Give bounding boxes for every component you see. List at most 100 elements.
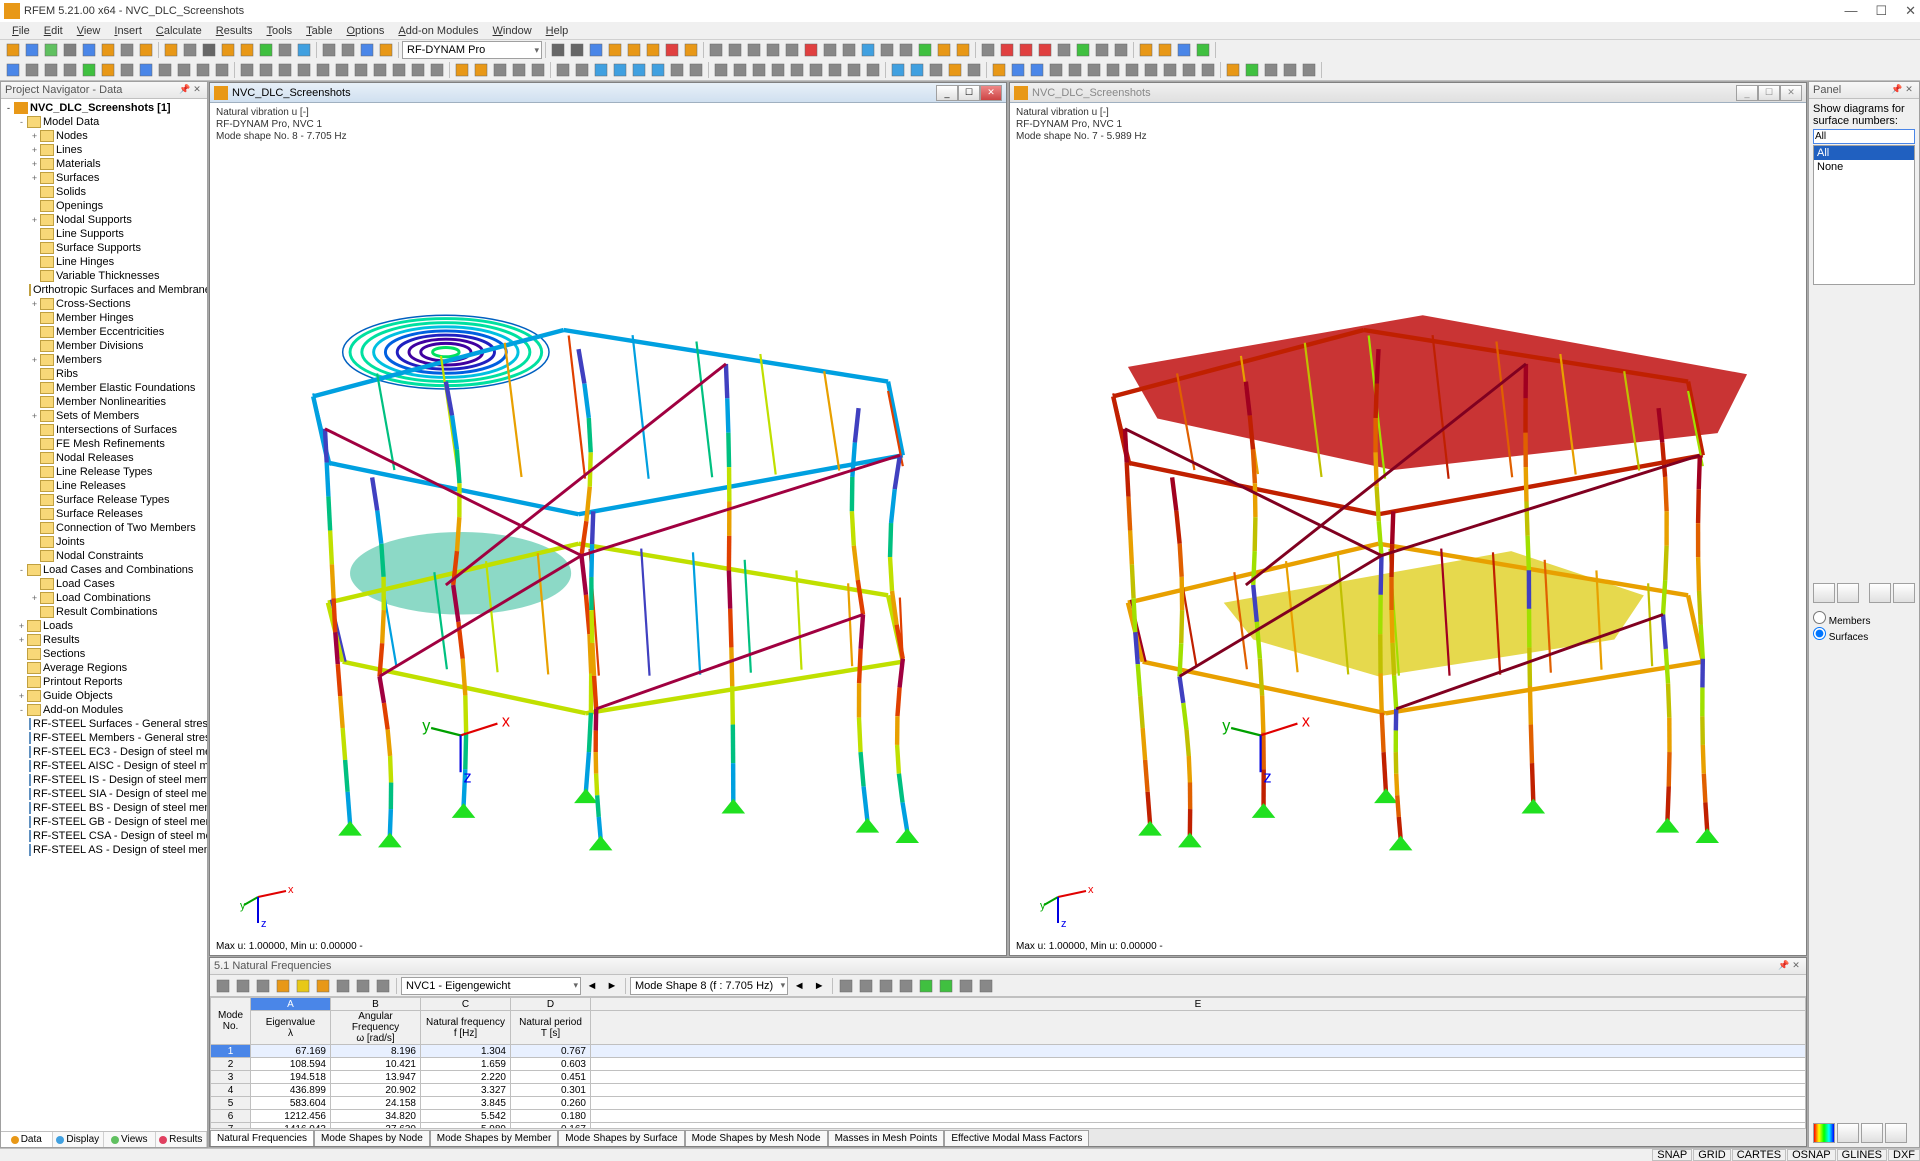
toolbar-button[interactable]: [333, 61, 351, 79]
tree-item-surface-release-types[interactable]: Surface Release Types: [3, 493, 205, 507]
toolbar-button[interactable]: [257, 61, 275, 79]
menu-add-on-modules[interactable]: Add-on Modules: [392, 25, 484, 37]
toolbar-button[interactable]: [254, 977, 272, 995]
menu-options[interactable]: Options: [340, 25, 390, 37]
tree-item-loads[interactable]: +Loads: [3, 619, 205, 633]
nav-tab-results[interactable]: Results: [156, 1132, 208, 1147]
toolbar-button[interactable]: [200, 41, 218, 59]
tree-item-member-nonlinearities[interactable]: Member Nonlinearities: [3, 395, 205, 409]
tree-item-cross-sections[interactable]: +Cross-Sections: [3, 297, 205, 311]
menu-results[interactable]: Results: [210, 25, 259, 37]
toolbar-button[interactable]: [1055, 41, 1073, 59]
toolbar-button[interactable]: [1224, 61, 1242, 79]
tree-item-line-supports[interactable]: Line Supports: [3, 227, 205, 241]
toolbar-button[interactable]: [568, 41, 586, 59]
toolbar-button[interactable]: [194, 61, 212, 79]
tree-item-guide-objects[interactable]: +Guide Objects: [3, 689, 205, 703]
tree-item-nodal-releases[interactable]: Nodal Releases: [3, 451, 205, 465]
toolbar-button[interactable]: [358, 41, 376, 59]
tree-item-surfaces[interactable]: +Surfaces: [3, 171, 205, 185]
tree-item-add-on-modules[interactable]: -Add-on Modules: [3, 703, 205, 717]
tree-item-member-divisions[interactable]: Member Divisions: [3, 339, 205, 353]
toolbar-button[interactable]: [156, 61, 174, 79]
toolbar-button[interactable]: [118, 61, 136, 79]
menu-window[interactable]: Window: [487, 25, 538, 37]
toolbar-button[interactable]: [549, 41, 567, 59]
toolbar-button[interactable]: [1180, 61, 1198, 79]
toolbar-button[interactable]: [821, 41, 839, 59]
toolbar-button[interactable]: [1017, 41, 1035, 59]
toolbar-button[interactable]: [23, 61, 41, 79]
toolbar-button[interactable]: [80, 61, 98, 79]
table-tab-2[interactable]: Mode Shapes by Member: [430, 1130, 559, 1146]
menu-tools[interactable]: Tools: [260, 25, 298, 37]
toolbar-button[interactable]: [162, 41, 180, 59]
toolbar-button[interactable]: [1156, 41, 1174, 59]
radio-surfaces[interactable]: Surfaces: [1813, 627, 1915, 643]
tree-item-member-eccentricities[interactable]: Member Eccentricities: [3, 325, 205, 339]
tree-item-lines[interactable]: +Lines: [3, 143, 205, 157]
toolbar-button[interactable]: [314, 61, 332, 79]
toolbar-button[interactable]: [644, 41, 662, 59]
toolbar-button[interactable]: [1074, 41, 1092, 59]
tree-item-load-cases-and-combinations[interactable]: -Load Cases and Combinations: [3, 563, 205, 577]
toolbar-button[interactable]: [352, 61, 370, 79]
panel-color-btn[interactable]: [1813, 1123, 1835, 1143]
view-max-button[interactable]: ☐: [958, 85, 980, 101]
menu-help[interactable]: Help: [540, 25, 575, 37]
toolbar-button[interactable]: [276, 41, 294, 59]
surface-numbers-list[interactable]: AllNone: [1813, 145, 1915, 285]
addon-module-combo[interactable]: RF-DYNAM Pro: [402, 41, 542, 59]
toolbar-button[interactable]: [238, 61, 256, 79]
table-row[interactable]: 5583.60424.1583.8450.260: [211, 1097, 1806, 1110]
nav-arrow[interactable]: ◄: [790, 977, 808, 995]
toolbar-button[interactable]: [238, 41, 256, 59]
toolbar-button[interactable]: [625, 41, 643, 59]
toolbar-button[interactable]: [731, 61, 749, 79]
toolbar-button[interactable]: [663, 41, 681, 59]
toolbar-button[interactable]: [807, 61, 825, 79]
tree-item-member-elastic-foundations[interactable]: Member Elastic Foundations: [3, 381, 205, 395]
toolbar-button[interactable]: [320, 41, 338, 59]
tree-item-rf-steel-surfaces-general-stre[interactable]: RF-STEEL Surfaces - General stress: [3, 717, 205, 731]
toolbar-button[interactable]: [935, 41, 953, 59]
toolbar-button[interactable]: [837, 977, 855, 995]
toolbar-button[interactable]: [682, 41, 700, 59]
tree-item-line-releases[interactable]: Line Releases: [3, 479, 205, 493]
table-tab-4[interactable]: Mode Shapes by Mesh Node: [685, 1130, 828, 1146]
toolbar-button[interactable]: [257, 41, 275, 59]
surface-numbers-input[interactable]: [1813, 129, 1915, 144]
view-canvas[interactable]: Natural vibration u [-]RF-DYNAM Pro, NVC…: [210, 103, 1006, 955]
table-pin-icon[interactable]: 📌: [1778, 960, 1790, 972]
tree-item-openings[interactable]: Openings: [3, 199, 205, 213]
toolbar-button[interactable]: [965, 61, 983, 79]
toolbar-button[interactable]: [354, 977, 372, 995]
close-button[interactable]: ✕: [1905, 3, 1916, 19]
toolbar-button[interactable]: [23, 41, 41, 59]
toolbar-button[interactable]: [377, 41, 395, 59]
nav-tab-data[interactable]: Data: [1, 1132, 53, 1147]
view-close-button[interactable]: ✕: [980, 85, 1002, 101]
toolbar-button[interactable]: [592, 61, 610, 79]
toolbar-button[interactable]: [726, 41, 744, 59]
toolbar-button[interactable]: [937, 977, 955, 995]
table-row[interactable]: 4436.89920.9023.3270.301: [211, 1084, 1806, 1097]
toolbar-button[interactable]: [409, 61, 427, 79]
tree-root[interactable]: -NVC_DLC_Screenshots [1]: [3, 101, 205, 115]
menu-file[interactable]: File: [6, 25, 36, 37]
radio-members[interactable]: Members: [1813, 611, 1915, 627]
loadcase-combo[interactable]: NVC1 - Eigengewicht: [401, 977, 581, 995]
table-row[interactable]: 2108.59410.4211.6590.603: [211, 1058, 1806, 1071]
tree-item-result-combinations[interactable]: Result Combinations: [3, 605, 205, 619]
tree-item-nodes[interactable]: +Nodes: [3, 129, 205, 143]
tree-item-load-combinations[interactable]: +Load Combinations: [3, 591, 205, 605]
toolbar-button[interactable]: [214, 977, 232, 995]
tree-item-sets-of-members[interactable]: +Sets of Members: [3, 409, 205, 423]
toolbar-button[interactable]: [1175, 41, 1193, 59]
toolbar-button[interactable]: [1047, 61, 1065, 79]
toolbar-button[interactable]: [954, 41, 972, 59]
toolbar-button[interactable]: [295, 61, 313, 79]
toolbar-button[interactable]: [428, 61, 446, 79]
table-tab-5[interactable]: Masses in Mesh Points: [828, 1130, 945, 1146]
status-grid[interactable]: GRID: [1693, 1149, 1731, 1161]
